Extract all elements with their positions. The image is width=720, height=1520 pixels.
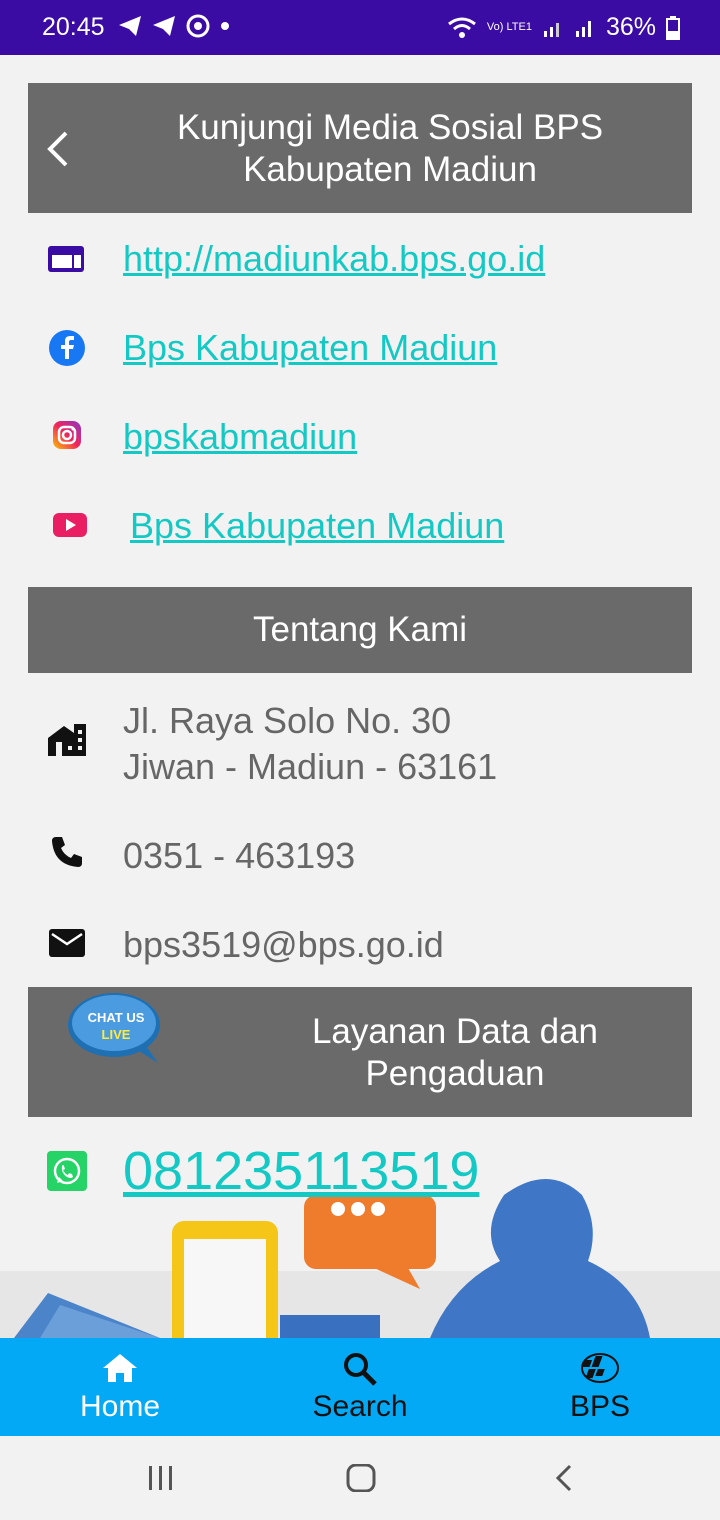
facebook-icon [49, 330, 85, 366]
nav-home[interactable]: Home [0, 1338, 240, 1436]
status-bar: 20:45 Vo) LTE1 36% [0, 0, 720, 55]
about-header: Tentang Kami [28, 587, 692, 673]
chat-badge-top: CHAT US [87, 1010, 145, 1025]
website-link[interactable]: http://madiunkab.bps.go.id [123, 238, 545, 280]
youtube-link[interactable]: Bps Kabupaten Madiun [130, 505, 504, 547]
recent-apps-button[interactable] [146, 1464, 176, 1497]
facebook-row[interactable]: Bps Kabupaten Madiun [0, 327, 720, 371]
email-address: bps3519@bps.go.id [123, 924, 444, 965]
signal-icon [543, 22, 559, 37]
search-icon [344, 1353, 377, 1386]
youtube-row[interactable]: Bps Kabupaten Madiun [0, 505, 720, 549]
instagram-link[interactable]: bpskabmadiun [123, 416, 357, 458]
bottom-navigation: Home Search BPS [0, 1338, 720, 1436]
telegram-icon [119, 16, 141, 36]
web-icon [48, 246, 84, 272]
back-arrow-icon[interactable] [44, 131, 72, 167]
instagram-icon [53, 421, 81, 449]
facebook-link[interactable]: Bps Kabupaten Madiun [123, 327, 497, 369]
instagram-row[interactable]: bpskabmadiun [0, 416, 720, 460]
network-label: Vo) LTE1 [486, 21, 532, 33]
back-system-button[interactable] [552, 1464, 574, 1497]
whatsapp-number-link[interactable]: 081235113519 [123, 1140, 479, 1202]
social-media-header: Kunjungi Media Sosial BPS Kabupaten Madi… [28, 83, 692, 213]
dot-icon [221, 22, 229, 30]
battery-percent: 36% [605, 13, 656, 41]
battery-icon [666, 15, 680, 40]
signal-icon [575, 20, 591, 37]
home-system-button[interactable] [346, 1463, 376, 1497]
nav-search[interactable]: Search [240, 1338, 480, 1436]
address-line-1: Jl. Raya Solo No. 30 [123, 700, 452, 741]
address-row: Jl. Raya Solo No. 30 Jiwan - Madiun - 63… [0, 698, 720, 790]
nav-search-label: Search [312, 1390, 408, 1423]
nav-home-label: Home [79, 1390, 161, 1423]
address-line-2: Jiwan - Madiun - 63161 [123, 746, 498, 787]
telegram-icon [153, 16, 175, 36]
email-row: bps3519@bps.go.id [0, 922, 720, 968]
about-title: Tentang Kami [252, 610, 468, 649]
back-chevron-icon [555, 1464, 572, 1492]
recent-apps-icon [149, 1466, 172, 1490]
chat-badge-bottom: LIVE [101, 1027, 131, 1042]
social-media-title: Kunjungi Media Sosial BPS Kabupaten Madi… [176, 108, 604, 189]
youtube-icon [53, 513, 87, 537]
phone-number: 0351 - 463193 [123, 835, 356, 876]
home-icon [103, 1354, 137, 1382]
record-icon [186, 14, 210, 38]
whatsapp-icon [47, 1151, 87, 1191]
bps-logo-icon [581, 1353, 619, 1383]
mail-icon [49, 929, 85, 957]
system-navigation-bar [0, 1436, 720, 1520]
service-title: Layanan Data dan Pengaduan [311, 1012, 599, 1093]
building-icon [48, 724, 86, 756]
wifi-icon [447, 17, 476, 38]
phone-row: 0351 - 463193 [0, 833, 720, 879]
website-row[interactable]: http://madiunkab.bps.go.id [0, 238, 720, 282]
status-time: 20:45 [42, 13, 105, 41]
home-circle-icon [346, 1463, 376, 1493]
phone-icon [52, 837, 82, 867]
nav-bps-label: BPS [569, 1390, 631, 1423]
service-header: CHAT US LIVE Layanan Data dan Pengaduan [28, 987, 692, 1117]
nav-bps[interactable]: BPS [480, 1338, 720, 1436]
